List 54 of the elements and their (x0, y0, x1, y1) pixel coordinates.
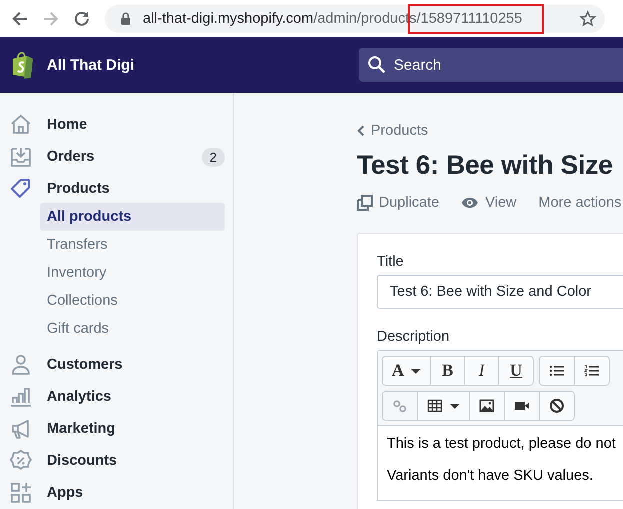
table-button[interactable] (418, 392, 470, 420)
video-button[interactable] (505, 392, 540, 420)
field-label: Title (377, 254, 404, 270)
field-label: Description (377, 329, 450, 345)
more-button[interactable]: More actions (538, 195, 622, 211)
nav-subitem[interactable]: Collections (40, 287, 225, 315)
nav-item[interactable]: Discounts (47, 453, 118, 469)
font-button[interactable]: A (383, 357, 432, 385)
clear-button[interactable] (540, 392, 574, 420)
bullet-list-icon (549, 363, 566, 379)
bold-button[interactable]: B (431, 357, 466, 385)
nav-item[interactable]: Home (47, 117, 88, 133)
italic-button[interactable]: I (465, 357, 500, 385)
reload-icon[interactable] (73, 10, 91, 28)
view-button[interactable]: View (461, 195, 517, 211)
count-badge: 2 (202, 148, 225, 166)
link-icon (392, 398, 408, 414)
nav-item[interactable]: Orders (47, 149, 95, 165)
nav-subitem[interactable]: Inventory (40, 259, 225, 287)
image-button[interactable] (470, 392, 505, 420)
search-field[interactable]: Search (359, 48, 623, 82)
back-icon[interactable] (11, 10, 29, 28)
image-icon (479, 398, 495, 414)
title-field[interactable]: Test 6: Bee with Size and Color (377, 275, 623, 309)
shopping-bag-icon[interactable] (11, 52, 35, 78)
nav-item[interactable]: Analytics (47, 389, 112, 405)
description-paragraph: This is a test product, please do not (387, 436, 616, 452)
nav-item[interactable]: Customers (47, 357, 123, 373)
highlighted-url-segment: s/1589711110255 (410, 6, 542, 32)
nav-item[interactable]: Products (47, 181, 110, 197)
chevron-left-icon (357, 125, 365, 137)
nav-subitem[interactable]: Transfers (40, 231, 225, 259)
lock-icon (121, 12, 131, 25)
store-name: All That Digi (47, 56, 134, 74)
page-title: Test 6: Bee with Size (357, 150, 614, 181)
duplicate-icon (357, 195, 373, 211)
bullets-button[interactable] (540, 357, 576, 385)
numbered-list-icon (584, 363, 600, 379)
nav-item[interactable]: Marketing (47, 421, 116, 437)
url-path: /admin/product (314, 10, 410, 26)
numbers-button[interactable] (575, 357, 610, 385)
breadcrumb-link[interactable]: Products (357, 123, 428, 139)
nav-subitem[interactable]: Gift cards (40, 315, 225, 343)
search-icon (368, 56, 386, 74)
eye-icon (461, 197, 480, 209)
description-paragraph: Variants don't have SKU values. (387, 468, 594, 484)
nav-subitem[interactable]: All products (40, 203, 225, 231)
no-entry-icon (549, 398, 565, 414)
url-host: all-that-digi.myshopify.com (143, 10, 314, 26)
underline-button[interactable]: U (499, 357, 534, 385)
duplicate-button[interactable]: Duplicate (357, 195, 440, 211)
table-icon (427, 398, 443, 414)
star-icon[interactable] (579, 10, 597, 28)
nav-item[interactable]: Apps (47, 485, 84, 501)
